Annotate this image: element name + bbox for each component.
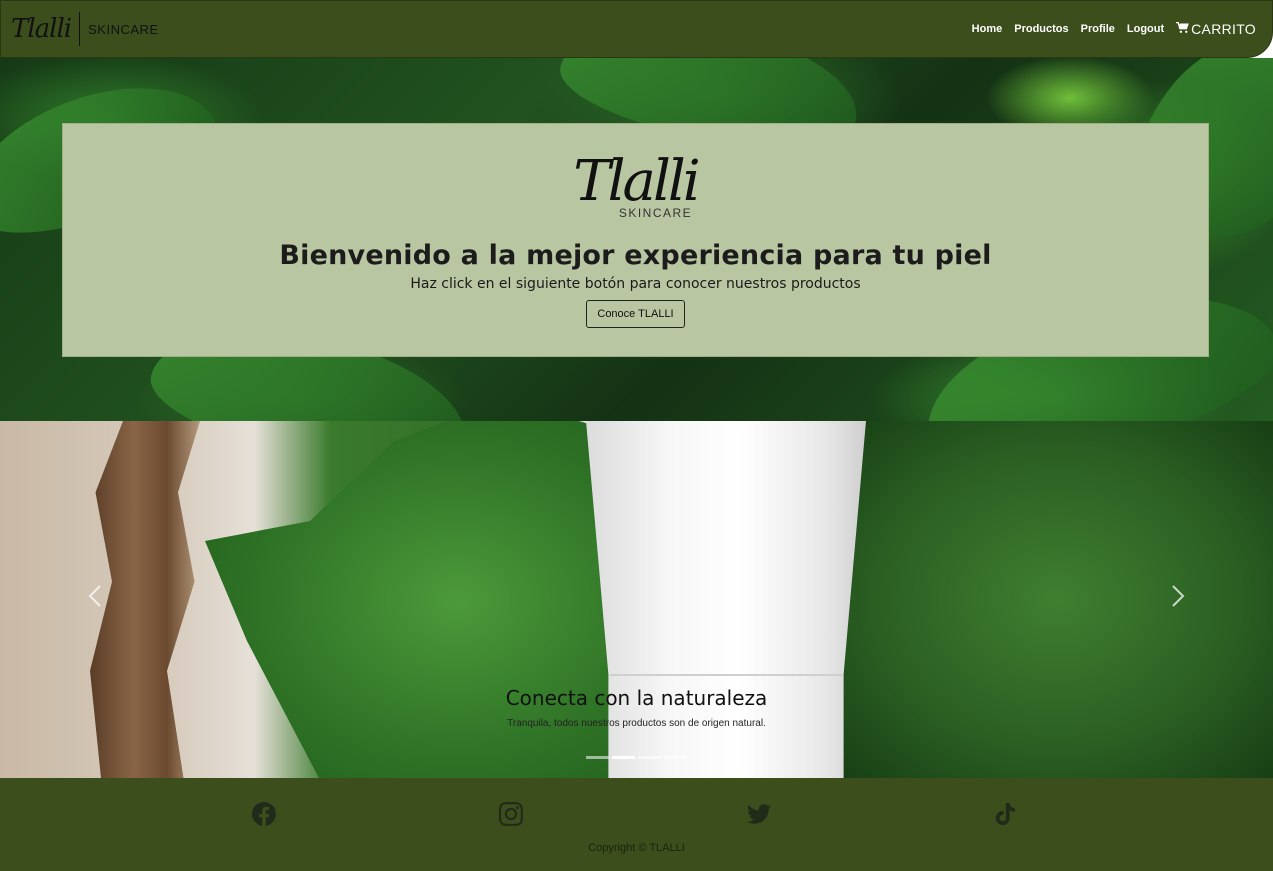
hero-logo: Tlalli SKINCARE — [573, 149, 700, 240]
carousel-tube-band — [610, 674, 842, 676]
cart-icon — [1176, 21, 1189, 37]
carousel: Conecta con la naturaleza Tranquila, tod… — [0, 421, 1273, 778]
brand-script: Tlalli — [11, 14, 72, 44]
nav-link-profile[interactable]: Profile — [1081, 23, 1115, 35]
facebook-icon[interactable] — [251, 802, 276, 826]
nav-link-productos[interactable]: Productos — [1014, 23, 1068, 35]
hero-subtitle: Haz click en el siguiente botón para con… — [410, 276, 861, 292]
cart-link[interactable]: CARRITO — [1176, 21, 1256, 37]
nav-link-logout[interactable]: Logout — [1127, 23, 1164, 35]
tiktok-icon[interactable] — [994, 802, 1018, 826]
cart-label: CARRITO — [1191, 21, 1256, 37]
copyright-text: Copyright © TLALLI — [588, 842, 685, 854]
carousel-indicator[interactable] — [586, 756, 609, 759]
carousel-prev-button[interactable] — [80, 583, 110, 613]
nav-link-home[interactable]: Home — [972, 23, 1003, 35]
brand-subtitle: SKINCARE — [88, 21, 159, 37]
chevron-left-icon — [88, 584, 102, 612]
instagram-icon[interactable] — [499, 802, 523, 826]
navbar: Tlalli SKINCARE Home Productos Profile L… — [0, 0, 1273, 58]
hero-title: Bienvenido a la mejor experiencia para t… — [279, 240, 992, 271]
footer: Copyright © TLALLI — [0, 778, 1273, 871]
hero-card: Tlalli SKINCARE Bienvenido a la mejor ex… — [62, 123, 1209, 357]
conoce-tlalli-button[interactable]: Conoce TLALLI — [586, 300, 685, 328]
brand-divider — [79, 12, 81, 46]
brand-logo[interactable]: Tlalli SKINCARE — [11, 12, 159, 46]
nav-links: Home Productos Profile Logout CARRITO — [972, 21, 1256, 37]
carousel-indicator-active[interactable] — [612, 756, 635, 759]
carousel-indicators — [0, 756, 1273, 759]
carousel-indicator[interactable] — [638, 756, 661, 759]
carousel-caption-title: Conecta con la naturaleza — [505, 686, 768, 710]
carousel-indicator[interactable] — [664, 756, 687, 759]
chevron-right-icon — [1171, 584, 1185, 612]
hero-logo-script: Tlalli — [573, 149, 700, 214]
carousel-caption-text: Tranquila, todos nuestros productos son … — [507, 718, 766, 729]
social-links — [0, 802, 1273, 826]
carousel-next-button[interactable] — [1163, 583, 1193, 613]
twitter-icon[interactable] — [747, 802, 771, 826]
hero-section: Tlalli SKINCARE Bienvenido a la mejor ex… — [0, 58, 1273, 421]
carousel-caption: Conecta con la naturaleza Tranquila, tod… — [0, 686, 1273, 729]
